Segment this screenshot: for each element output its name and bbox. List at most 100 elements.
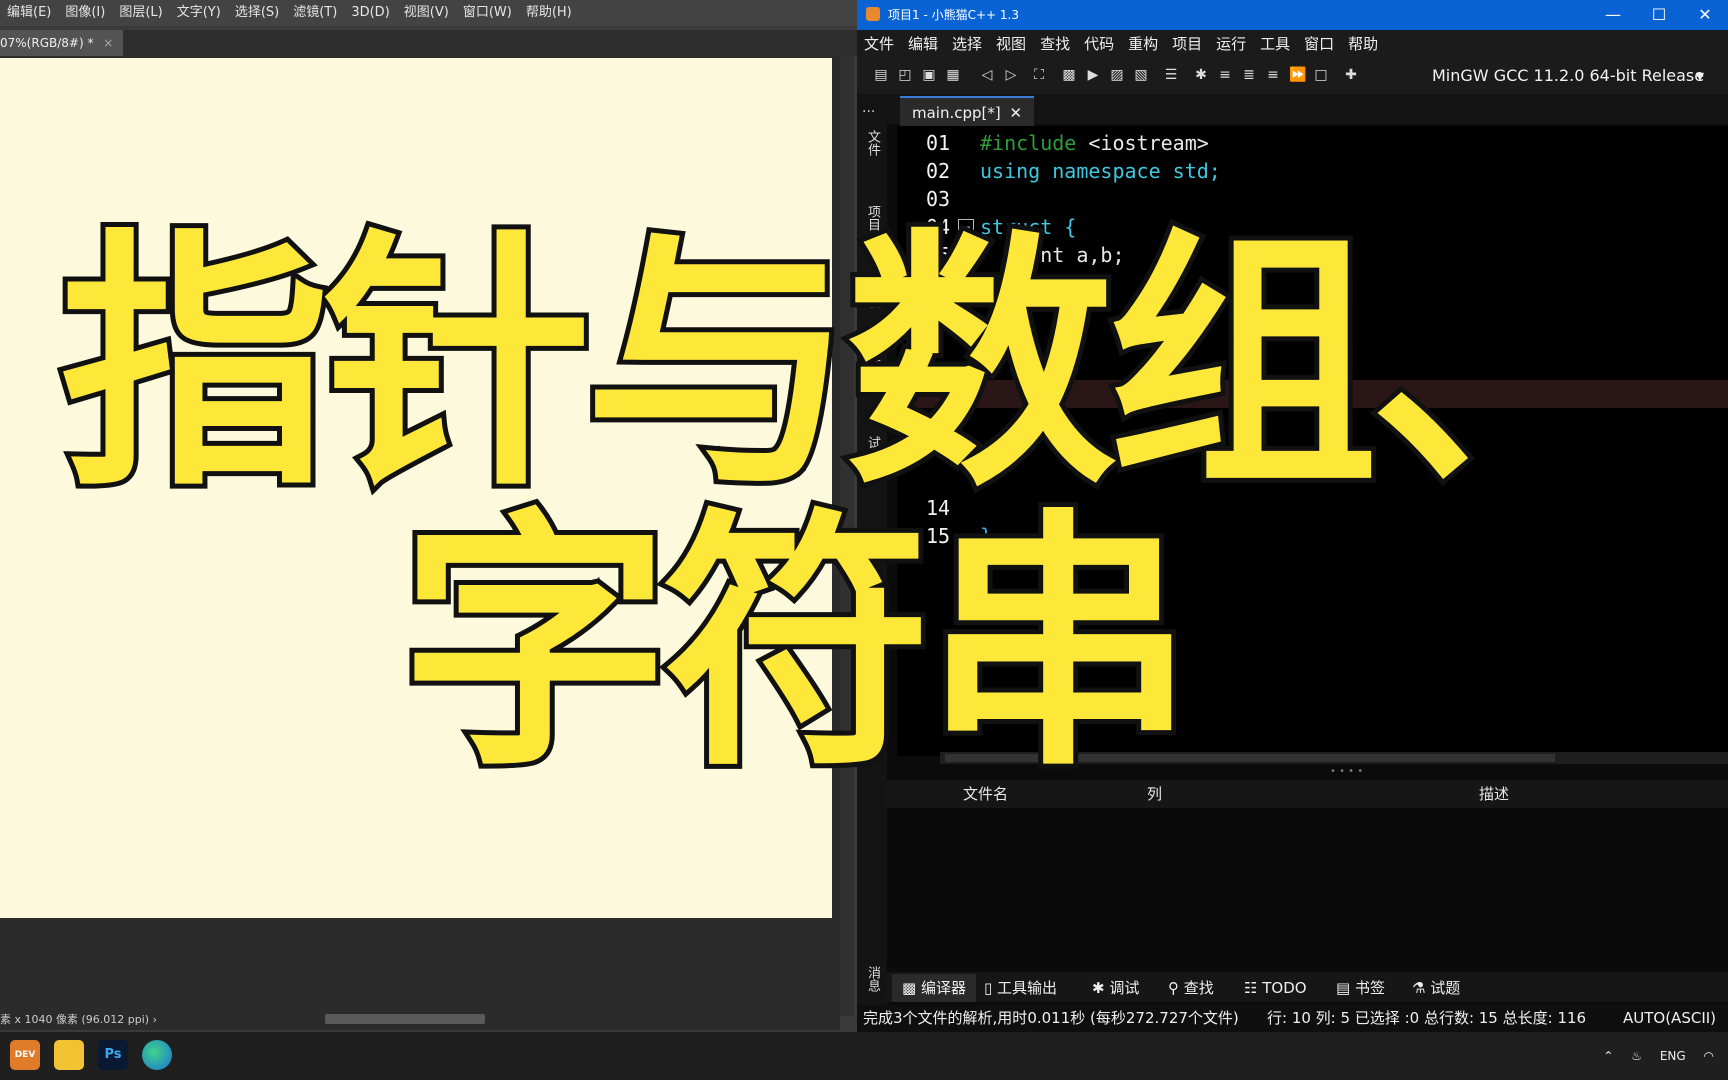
devcpp-status-bar: 完成3个文件的解析,用时0.011秒 (每秒272.727个文件) 行: 10 … (857, 1005, 1728, 1032)
status-cursor-info: 行: 10 列: 5 已选择 :0 总行数: 15 总长度: 116 (1267, 1009, 1587, 1027)
compile-run-icon[interactable]: ▨ (1109, 67, 1125, 83)
ps-menu-select[interactable]: 选择(S) (228, 0, 286, 26)
stop-icon[interactable]: □ (1313, 67, 1329, 83)
flask-icon: ⚗ (1412, 979, 1431, 997)
photoshop-taskbar-icon[interactable]: Ps (98, 1040, 128, 1070)
devcpp-taskbar-icon[interactable]: DEV (10, 1040, 40, 1070)
wifi-icon[interactable]: ◠ (1704, 1032, 1714, 1080)
chevron-up-icon[interactable]: ⌃ (1603, 1032, 1613, 1080)
ps-menu-image[interactable]: 图像(I) (58, 0, 112, 26)
status-encoding[interactable]: AUTO(ASCII) (1623, 1005, 1716, 1032)
menu-tools[interactable]: 工具 (1253, 30, 1297, 58)
new-project-icon[interactable]: ▤ (873, 67, 889, 83)
overlay-title-line1: 指针与数组、 (55, 207, 1645, 522)
save-all-icon[interactable]: ▦ (945, 67, 961, 83)
devcpp-window-controls: — ☐ ✕ (1590, 0, 1728, 30)
tab-debug-label: 调试 (1109, 979, 1140, 997)
ps-menu-type[interactable]: 文字(Y) (170, 0, 228, 26)
chevron-down-icon: ▾ (1695, 66, 1704, 85)
devcpp-menubar: 文件 编辑 选择 视图 查找 代码 重构 项目 运行 工具 窗口 帮助 (857, 30, 1728, 58)
compiler-select[interactable]: MinGW GCC 11.2.0 64-bit Release ▾ (1432, 62, 1714, 90)
compiler-tab-icon: ▩ (902, 979, 921, 997)
step-into-icon[interactable]: ≣ (1241, 67, 1257, 83)
debug-icon[interactable]: ✱ (1193, 67, 1209, 83)
splitter-grip-icon[interactable]: • • • • (1330, 766, 1363, 777)
ps-menu-3d[interactable]: 3D(D) (344, 0, 396, 26)
new-file-icon[interactable]: ◰ (897, 67, 913, 83)
menu-run[interactable]: 运行 (1209, 30, 1253, 58)
line-number: 02 (926, 159, 951, 183)
forward-icon[interactable]: ▷ (1003, 67, 1019, 83)
tray-app-icon[interactable]: ♨ (1631, 1032, 1642, 1080)
ps-document-tab[interactable]: 07%(RGB/8#) * × (0, 30, 124, 56)
tool-output-icon: ▯ (984, 979, 998, 997)
fullscreen-icon[interactable]: ⛶ (1031, 67, 1047, 83)
devcpp-minimize-button[interactable]: — (1590, 0, 1636, 30)
devcpp-title: 项目1 - 小熊猫C++ 1.3 (888, 8, 1019, 22)
add-watch-icon[interactable]: ✚ (1343, 67, 1359, 83)
rebuild-icon[interactable]: ▧ (1133, 67, 1149, 83)
back-icon[interactable]: ◁ (979, 67, 995, 83)
menu-find[interactable]: 查找 (1033, 30, 1077, 58)
tab-bookmarks-label: 书签 (1354, 979, 1385, 997)
side-tab-files[interactable]: 文件 (862, 130, 882, 156)
tab-find[interactable]: ⚲ 查找 (1168, 974, 1214, 1002)
ps-document-tab-label: 07%(RGB/8#) * (0, 36, 94, 50)
menu-help[interactable]: 帮助 (1341, 30, 1385, 58)
folder-icon[interactable] (54, 1040, 84, 1070)
ps-menu-layer[interactable]: 图层(L) (112, 0, 169, 26)
code-token-directive: #include (980, 131, 1077, 155)
continue-icon[interactable]: ⏩ (1289, 67, 1306, 83)
ps-menu-filter[interactable]: 滤镜(T) (286, 0, 344, 26)
tab-problems[interactable]: ⚗ 试题 (1412, 974, 1460, 1002)
step-out-icon[interactable]: ≡ (1265, 67, 1281, 83)
ps-menu-view[interactable]: 视图(V) (397, 0, 456, 26)
photoshop-taskbar-label: Ps (104, 1047, 122, 1062)
menu-file[interactable]: 文件 (857, 30, 901, 58)
tab-todo-label: TODO (1262, 979, 1307, 997)
tab-debug[interactable]: ✱ 调试 (1092, 974, 1139, 1002)
save-icon[interactable]: ▣ (921, 67, 937, 83)
tab-compiler[interactable]: ▩ 编译器 (892, 974, 976, 1002)
todo-list-icon: ☷ (1244, 979, 1263, 997)
search-icon: ⚲ (1168, 979, 1184, 997)
tab-tool-output[interactable]: ▯ 工具输出 (984, 974, 1057, 1002)
editor-tab-close-icon[interactable]: ✕ (1010, 104, 1023, 122)
input-language[interactable]: ENG (1660, 1032, 1686, 1080)
more-icon[interactable]: ... (862, 100, 875, 116)
column-header-description[interactable]: 描述 (1479, 780, 1509, 808)
devcpp-maximize-button[interactable]: ☐ (1636, 0, 1682, 30)
menu-code[interactable]: 代码 (1077, 30, 1121, 58)
side-tab-messages[interactable]: 消息 (862, 966, 882, 992)
ps-document-tabbar (0, 30, 858, 56)
menu-refactor[interactable]: 重构 (1121, 30, 1165, 58)
compile-icon[interactable]: ▩ (1061, 67, 1077, 83)
ps-document-tab-close-icon[interactable]: × (103, 36, 113, 50)
devcpp-close-button[interactable]: ✕ (1682, 0, 1728, 30)
tab-todo[interactable]: ☷ TODO (1244, 974, 1307, 1002)
menu-view[interactable]: 视图 (989, 30, 1033, 58)
tab-find-label: 查找 (1183, 979, 1214, 997)
devcpp-app-icon (866, 7, 880, 21)
messages-table-body[interactable] (887, 808, 1728, 968)
options-icon[interactable]: ☰ (1163, 67, 1179, 83)
ps-horizontal-scroll-thumb[interactable] (325, 1014, 485, 1024)
ps-menu-window[interactable]: 窗口(W) (456, 0, 519, 26)
edge-icon[interactable] (142, 1040, 172, 1070)
status-parse-info: 完成3个文件的解析,用时0.011秒 (每秒272.727个文件) (863, 1009, 1239, 1027)
editor-tab-main-cpp[interactable]: main.cpp[*] ✕ (900, 96, 1035, 128)
menu-select[interactable]: 选择 (945, 30, 989, 58)
menu-window[interactable]: 窗口 (1297, 30, 1341, 58)
code-line: #include <iostream> (980, 131, 1209, 155)
editor-tab-label: main.cpp[*] (912, 104, 1001, 122)
ps-status-text: 素 x 1040 像素 (96.012 ppi) › (0, 1013, 157, 1026)
ps-menu-edit[interactable]: 编辑(E) (0, 0, 58, 26)
step-over-icon[interactable]: ≡ (1217, 67, 1233, 83)
line-number: 01 (926, 131, 951, 155)
run-icon[interactable]: ▶ (1085, 67, 1101, 83)
ps-menu-help[interactable]: 帮助(H) (519, 0, 579, 26)
overlay-title-line2: 字符串 (395, 487, 1199, 802)
menu-edit[interactable]: 编辑 (901, 30, 945, 58)
menu-project[interactable]: 项目 (1165, 30, 1209, 58)
tab-bookmarks[interactable]: ▤ 书签 (1336, 974, 1385, 1002)
